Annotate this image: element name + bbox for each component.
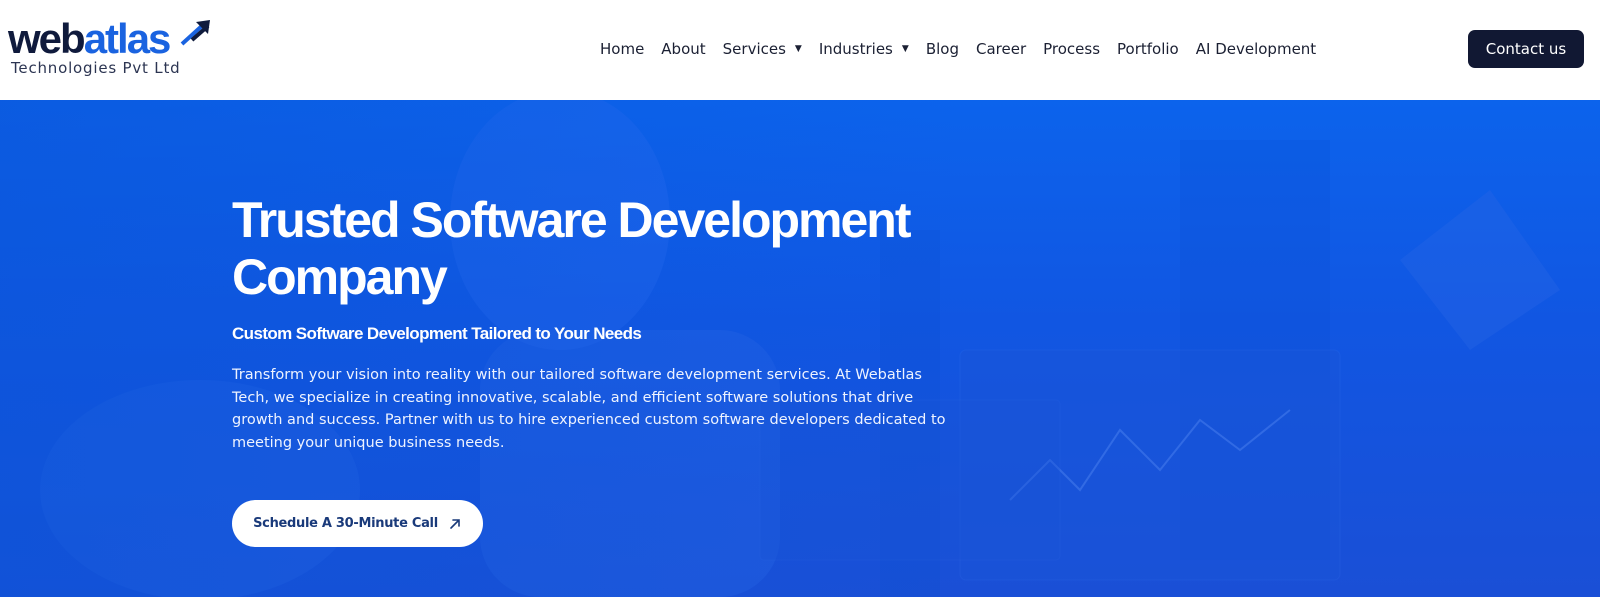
caret-down-icon: ▼	[794, 44, 802, 54]
nav-item-label: Home	[600, 40, 645, 58]
logo-subtitle: Technologies Pvt Ltd	[11, 59, 181, 77]
nav-item-blog[interactable]: Blog	[926, 40, 959, 58]
nav-item-process[interactable]: Process	[1043, 40, 1100, 58]
nav-item-industries[interactable]: Industries ▼	[819, 40, 909, 58]
schedule-call-button[interactable]: Schedule A 30-Minute Call	[232, 500, 483, 547]
nav-item-about[interactable]: About	[661, 40, 705, 58]
hero-title: Trusted Software Development Company	[232, 192, 952, 306]
nav-item-portfolio[interactable]: Portfolio	[1117, 40, 1179, 58]
nav-item-home[interactable]: Home	[600, 40, 644, 58]
hero-subtitle: Custom Software Development Tailored to …	[232, 324, 642, 343]
hero-title-line-2: Company	[232, 249, 448, 305]
nav-item-label: About	[661, 40, 706, 58]
logo-arrow-icon	[180, 20, 210, 46]
logo-wordmark: webatlas	[8, 15, 172, 62]
hero-description: Transform your vision into reality with …	[232, 367, 946, 451]
nav-item-career[interactable]: Career	[976, 40, 1026, 58]
main-nav: Home About Services ▼ Industries ▼ Blog …	[600, 36, 1333, 62]
nav-item-label: Process	[1043, 40, 1101, 58]
nav-item-label: Blog	[925, 40, 959, 58]
logo-part-atlas: atlas	[83, 15, 172, 62]
nav-item-services[interactable]: Services ▼	[723, 40, 802, 58]
nav-item-label: Services	[722, 40, 786, 58]
nav-item-label: Career	[975, 40, 1027, 58]
hero-section: Trusted Software Development Company Cus…	[0, 100, 1600, 597]
nav-item-label: Portfolio	[1117, 40, 1179, 58]
contact-us-button[interactable]: Contact us	[1468, 30, 1584, 68]
arrow-up-right-icon	[450, 518, 460, 529]
site-header: webatlas Technologies Pvt Ltd Home About…	[0, 0, 1600, 100]
nav-item-label: AI Development	[1195, 40, 1317, 58]
nav-item-ai-development[interactable]: AI Development	[1196, 40, 1316, 58]
brand-logo[interactable]: webatlas Technologies Pvt Ltd	[8, 15, 210, 80]
hero-title-line-1: Trusted Software Development	[232, 192, 911, 248]
logo-part-web: web	[8, 15, 86, 62]
caret-down-icon: ▼	[901, 44, 909, 54]
cta-label: Schedule A 30-Minute Call	[253, 516, 438, 531]
nav-item-label: Industries	[818, 40, 893, 58]
